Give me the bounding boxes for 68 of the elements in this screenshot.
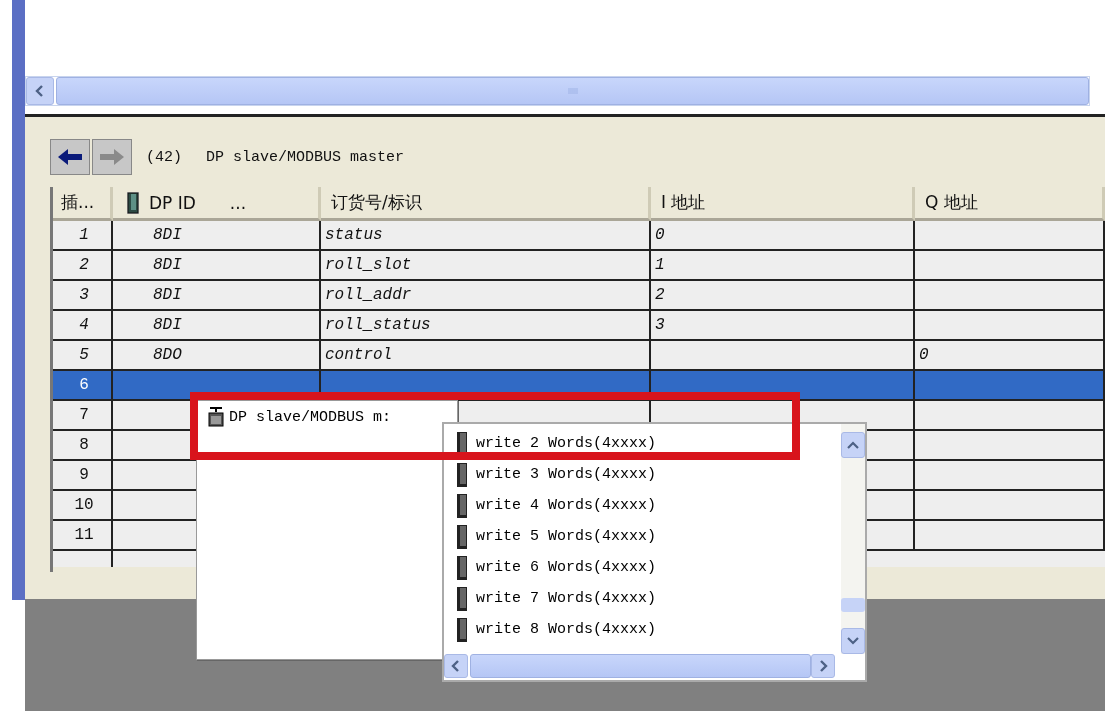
table-row[interactable]: 1 8DI status 0 xyxy=(53,221,1105,251)
column-header[interactable]: 订货号/标识 xyxy=(321,187,651,221)
table-cell: 3 xyxy=(651,311,915,339)
right-arrow-icon xyxy=(98,148,126,166)
up-chevron-icon xyxy=(847,441,859,449)
module-icon xyxy=(456,492,468,519)
table-cell: 1 xyxy=(651,251,915,279)
table-cell: 0 xyxy=(651,221,915,249)
scroll-left-button[interactable] xyxy=(444,654,468,678)
table-row[interactable]: 2 8DI roll_slot 1 xyxy=(53,251,1105,281)
module-icon xyxy=(456,616,468,643)
scroll-left-button[interactable] xyxy=(26,77,54,105)
module-icon xyxy=(456,523,468,550)
list-item[interactable]: write 3 Words(4xxxx) xyxy=(456,459,841,490)
module-count: (42) xyxy=(146,148,182,166)
table-cell: 8 xyxy=(53,431,113,459)
column-header[interactable]: DP ID ... xyxy=(113,187,321,221)
table-cell: 8DI xyxy=(113,221,321,249)
table-cell: roll_slot xyxy=(321,251,651,279)
table-cell: 5 xyxy=(53,341,113,369)
scroll-right-button[interactable] xyxy=(811,654,835,678)
vertical-scrollbar[interactable] xyxy=(841,424,865,654)
module-title: DP slave/MODBUS master xyxy=(206,148,405,166)
list-item[interactable]: write 8 Words(4xxxx) xyxy=(456,614,841,645)
list-item[interactable]: write 4 Words(4xxxx) xyxy=(456,490,841,521)
column-header[interactable]: Q 地址 xyxy=(915,187,1105,221)
table-row[interactable]: 3 8DI roll_addr 2 xyxy=(53,281,1105,311)
scroll-thumb[interactable] xyxy=(841,598,865,612)
module-icon xyxy=(456,461,468,488)
column-header[interactable]: 插... xyxy=(53,187,113,221)
table-cell: 4 xyxy=(53,311,113,339)
left-arrow-icon xyxy=(56,148,84,166)
table-cell: 8DO xyxy=(113,341,321,369)
scroll-up-button[interactable] xyxy=(841,432,865,458)
station-icon xyxy=(207,407,225,427)
back-button[interactable] xyxy=(50,139,90,175)
table-cell: 8DI xyxy=(113,311,321,339)
table-cell: status xyxy=(321,221,651,249)
list-item[interactable]: write 5 Words(4xxxx) xyxy=(456,521,841,552)
left-chevron-icon xyxy=(451,660,461,672)
table-cell: 1 xyxy=(53,221,113,249)
table-cell: 9 xyxy=(53,461,113,489)
table-cell: roll_addr xyxy=(321,281,651,309)
table-cell: 8DI xyxy=(113,251,321,279)
left-chevron-icon xyxy=(35,85,45,97)
scroll-down-button[interactable] xyxy=(841,628,865,654)
table-cell: 3 xyxy=(53,281,113,309)
table-row[interactable]: 4 8DI roll_status 3 xyxy=(53,311,1105,341)
table-cell: 10 xyxy=(53,491,113,519)
table-cell: roll_status xyxy=(321,311,651,339)
table-cell: control xyxy=(321,341,651,369)
list-item[interactable]: write 7 Words(4xxxx) xyxy=(456,583,841,614)
module-icon xyxy=(456,554,468,581)
scroll-thumb[interactable] xyxy=(470,654,811,678)
list-item[interactable]: write 6 Words(4xxxx) xyxy=(456,552,841,583)
table-cell: 8DI xyxy=(113,281,321,309)
table-cell: 6 xyxy=(53,371,113,399)
table-cell: 0 xyxy=(915,341,1105,369)
column-header[interactable]: I 地址 xyxy=(651,187,915,221)
table-cell: 7 xyxy=(53,401,113,429)
down-chevron-icon xyxy=(847,637,859,645)
module-icon xyxy=(456,585,468,612)
module-name[interactable]: DP slave/MODBUS m: xyxy=(229,408,392,426)
right-chevron-icon xyxy=(818,660,828,672)
table-cell: 2 xyxy=(651,281,915,309)
table-row[interactable]: 5 8DO control 0 xyxy=(53,341,1105,371)
table-cell: 11 xyxy=(53,521,113,549)
table-cell: 2 xyxy=(53,251,113,279)
